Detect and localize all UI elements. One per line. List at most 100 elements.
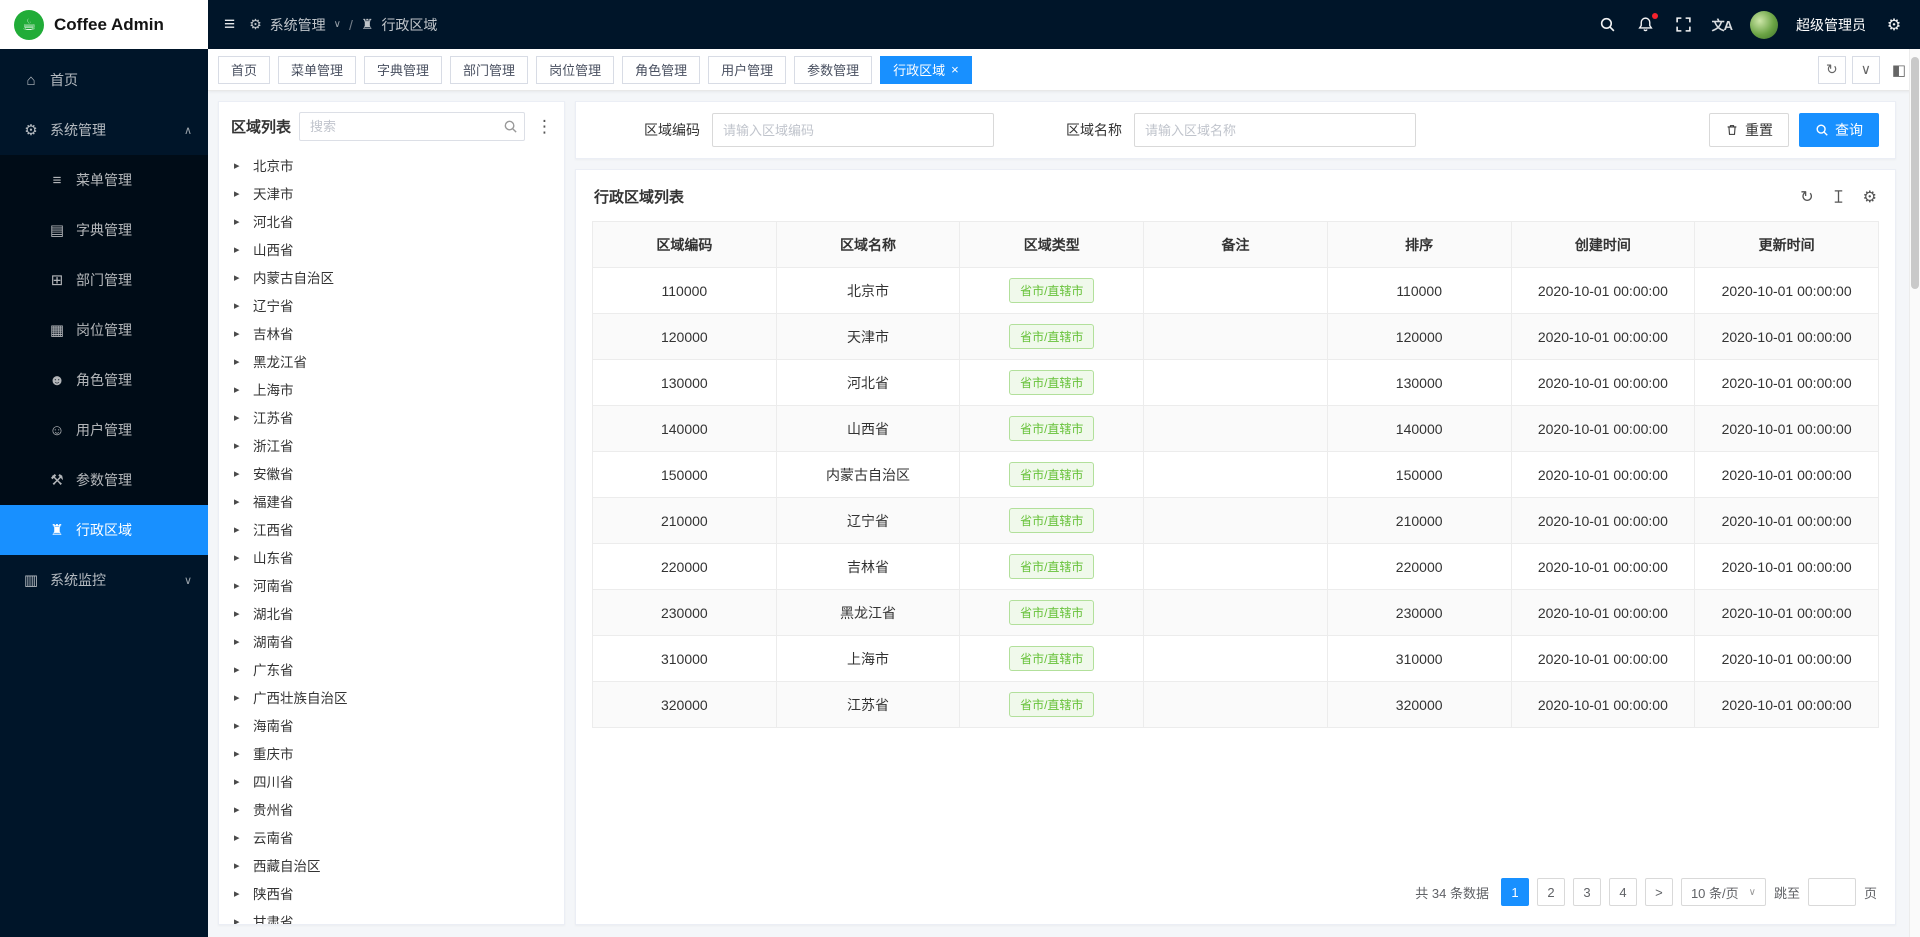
- tree-arrow-icon[interactable]: ▸: [234, 495, 244, 508]
- tree-item[interactable]: ▸江苏省: [219, 403, 564, 431]
- sidebar-item-monitor[interactable]: ▥系统监控∨: [0, 555, 208, 605]
- tree-search-input[interactable]: [299, 112, 525, 141]
- tab-dept[interactable]: 部门管理: [450, 56, 528, 84]
- tree-item[interactable]: ▸上海市: [219, 375, 564, 403]
- translate-icon[interactable]: 文A: [1712, 15, 1732, 34]
- tab-dict[interactable]: 字典管理: [364, 56, 442, 84]
- tree-arrow-icon[interactable]: ▸: [234, 859, 244, 872]
- jump-page-input[interactable]: [1808, 878, 1856, 906]
- sidebar-item-dict[interactable]: ▤字典管理: [0, 205, 208, 255]
- tree-item[interactable]: ▸吉林省: [219, 319, 564, 347]
- tree-item[interactable]: ▸黑龙江省: [219, 347, 564, 375]
- tree-item[interactable]: ▸海南省: [219, 711, 564, 739]
- more-options-icon[interactable]: ⋮: [533, 117, 556, 137]
- tree-arrow-icon[interactable]: ▸: [234, 243, 244, 256]
- tree-arrow-icon[interactable]: ▸: [234, 747, 244, 760]
- tree-arrow-icon[interactable]: ▸: [234, 691, 244, 704]
- window-scrollbar[interactable]: [1909, 49, 1920, 937]
- tree-arrow-icon[interactable]: ▸: [234, 915, 244, 925]
- tree-item[interactable]: ▸云南省: [219, 823, 564, 851]
- sidebar-item-menu[interactable]: ≡菜单管理: [0, 155, 208, 205]
- tree-item[interactable]: ▸福建省: [219, 487, 564, 515]
- tree-arrow-icon[interactable]: ▸: [234, 215, 244, 228]
- search-icon[interactable]: [503, 119, 518, 134]
- table-settings-icon[interactable]: ⚙: [1863, 187, 1877, 207]
- close-icon[interactable]: ×: [951, 63, 959, 76]
- user-name[interactable]: 超级管理员: [1796, 15, 1866, 35]
- tab-param[interactable]: 参数管理: [794, 56, 872, 84]
- tree-arrow-icon[interactable]: ▸: [234, 439, 244, 452]
- refresh-icon[interactable]: ↻: [1800, 187, 1813, 207]
- tree-item[interactable]: ▸湖北省: [219, 599, 564, 627]
- layout-panel-icon[interactable]: ◧: [1892, 61, 1906, 79]
- settings-gear-icon[interactable]: ⚙: [1884, 15, 1904, 35]
- tab-post[interactable]: 岗位管理: [536, 56, 614, 84]
- tree-arrow-icon[interactable]: ▸: [234, 299, 244, 312]
- tree-arrow-icon[interactable]: ▸: [234, 775, 244, 788]
- sidebar-item-post[interactable]: ▦岗位管理: [0, 305, 208, 355]
- bell-icon[interactable]: [1636, 15, 1656, 35]
- tab-region[interactable]: 行政区域×: [880, 56, 972, 84]
- page-button-2[interactable]: 2: [1537, 878, 1565, 906]
- tree-item[interactable]: ▸河南省: [219, 571, 564, 599]
- tree-arrow-icon[interactable]: ▸: [234, 663, 244, 676]
- column-width-icon[interactable]: [1831, 189, 1846, 204]
- tab-role[interactable]: 角色管理: [622, 56, 700, 84]
- tree-item[interactable]: ▸四川省: [219, 767, 564, 795]
- tree-arrow-icon[interactable]: ▸: [234, 355, 244, 368]
- sidebar-item-param[interactable]: ⚒参数管理: [0, 455, 208, 505]
- tree-item[interactable]: ▸安徽省: [219, 459, 564, 487]
- tree-item[interactable]: ▸浙江省: [219, 431, 564, 459]
- tree-arrow-icon[interactable]: ▸: [234, 551, 244, 564]
- tree-arrow-icon[interactable]: ▸: [234, 327, 244, 340]
- page-size-select[interactable]: 10 条/页 ∨: [1681, 878, 1766, 906]
- search-icon[interactable]: [1598, 15, 1618, 35]
- tree-item[interactable]: ▸天津市: [219, 179, 564, 207]
- sidebar-item-user[interactable]: ☺用户管理: [0, 405, 208, 455]
- fullscreen-icon[interactable]: [1674, 15, 1694, 35]
- tab-menu[interactable]: 菜单管理: [278, 56, 356, 84]
- refresh-tab-icon[interactable]: ↻: [1818, 56, 1846, 84]
- tree-arrow-icon[interactable]: ▸: [234, 719, 244, 732]
- tree-arrow-icon[interactable]: ▸: [234, 635, 244, 648]
- tree-item[interactable]: ▸广东省: [219, 655, 564, 683]
- tab-user[interactable]: 用户管理: [708, 56, 786, 84]
- tree-arrow-icon[interactable]: ▸: [234, 383, 244, 396]
- breadcrumb-root[interactable]: 系统管理: [270, 15, 326, 35]
- tree-item[interactable]: ▸山东省: [219, 543, 564, 571]
- tree-arrow-icon[interactable]: ▸: [234, 523, 244, 536]
- tree-item[interactable]: ▸江西省: [219, 515, 564, 543]
- tree-arrow-icon[interactable]: ▸: [234, 607, 244, 620]
- region-code-input[interactable]: [712, 113, 994, 147]
- page-button-1[interactable]: 1: [1501, 878, 1529, 906]
- tree-item[interactable]: ▸广西壮族自治区: [219, 683, 564, 711]
- tree-item[interactable]: ▸甘肃省: [219, 907, 564, 924]
- tree-item[interactable]: ▸辽宁省: [219, 291, 564, 319]
- avatar[interactable]: [1750, 11, 1778, 39]
- reset-button[interactable]: 重置: [1709, 113, 1789, 147]
- tree-arrow-icon[interactable]: ▸: [234, 831, 244, 844]
- search-button[interactable]: 查询: [1799, 113, 1879, 147]
- tree-arrow-icon[interactable]: ▸: [234, 271, 244, 284]
- tab-home[interactable]: 首页: [218, 56, 270, 84]
- region-name-input[interactable]: [1134, 113, 1416, 147]
- tree-item[interactable]: ▸重庆市: [219, 739, 564, 767]
- tree-arrow-icon[interactable]: ▸: [234, 187, 244, 200]
- tree-item[interactable]: ▸山西省: [219, 235, 564, 263]
- sidebar-collapse-icon[interactable]: ≡: [224, 14, 235, 36]
- tree-item[interactable]: ▸陕西省: [219, 879, 564, 907]
- tree-arrow-icon[interactable]: ▸: [234, 803, 244, 816]
- page-button-3[interactable]: 3: [1573, 878, 1601, 906]
- tabs-dropdown-icon[interactable]: ∨: [1852, 56, 1880, 84]
- tree-item[interactable]: ▸河北省: [219, 207, 564, 235]
- sidebar-item-system[interactable]: ⚙系统管理∧: [0, 105, 208, 155]
- tree-arrow-icon[interactable]: ▸: [234, 467, 244, 480]
- sidebar-item-region[interactable]: ♜行政区域: [0, 505, 208, 555]
- tree-arrow-icon[interactable]: ▸: [234, 579, 244, 592]
- tree-item[interactable]: ▸湖南省: [219, 627, 564, 655]
- next-page-button[interactable]: >: [1645, 878, 1673, 906]
- scrollbar-thumb[interactable]: [1911, 57, 1919, 289]
- page-button-4[interactable]: 4: [1609, 878, 1637, 906]
- tree-item[interactable]: ▸贵州省: [219, 795, 564, 823]
- tree-item[interactable]: ▸西藏自治区: [219, 851, 564, 879]
